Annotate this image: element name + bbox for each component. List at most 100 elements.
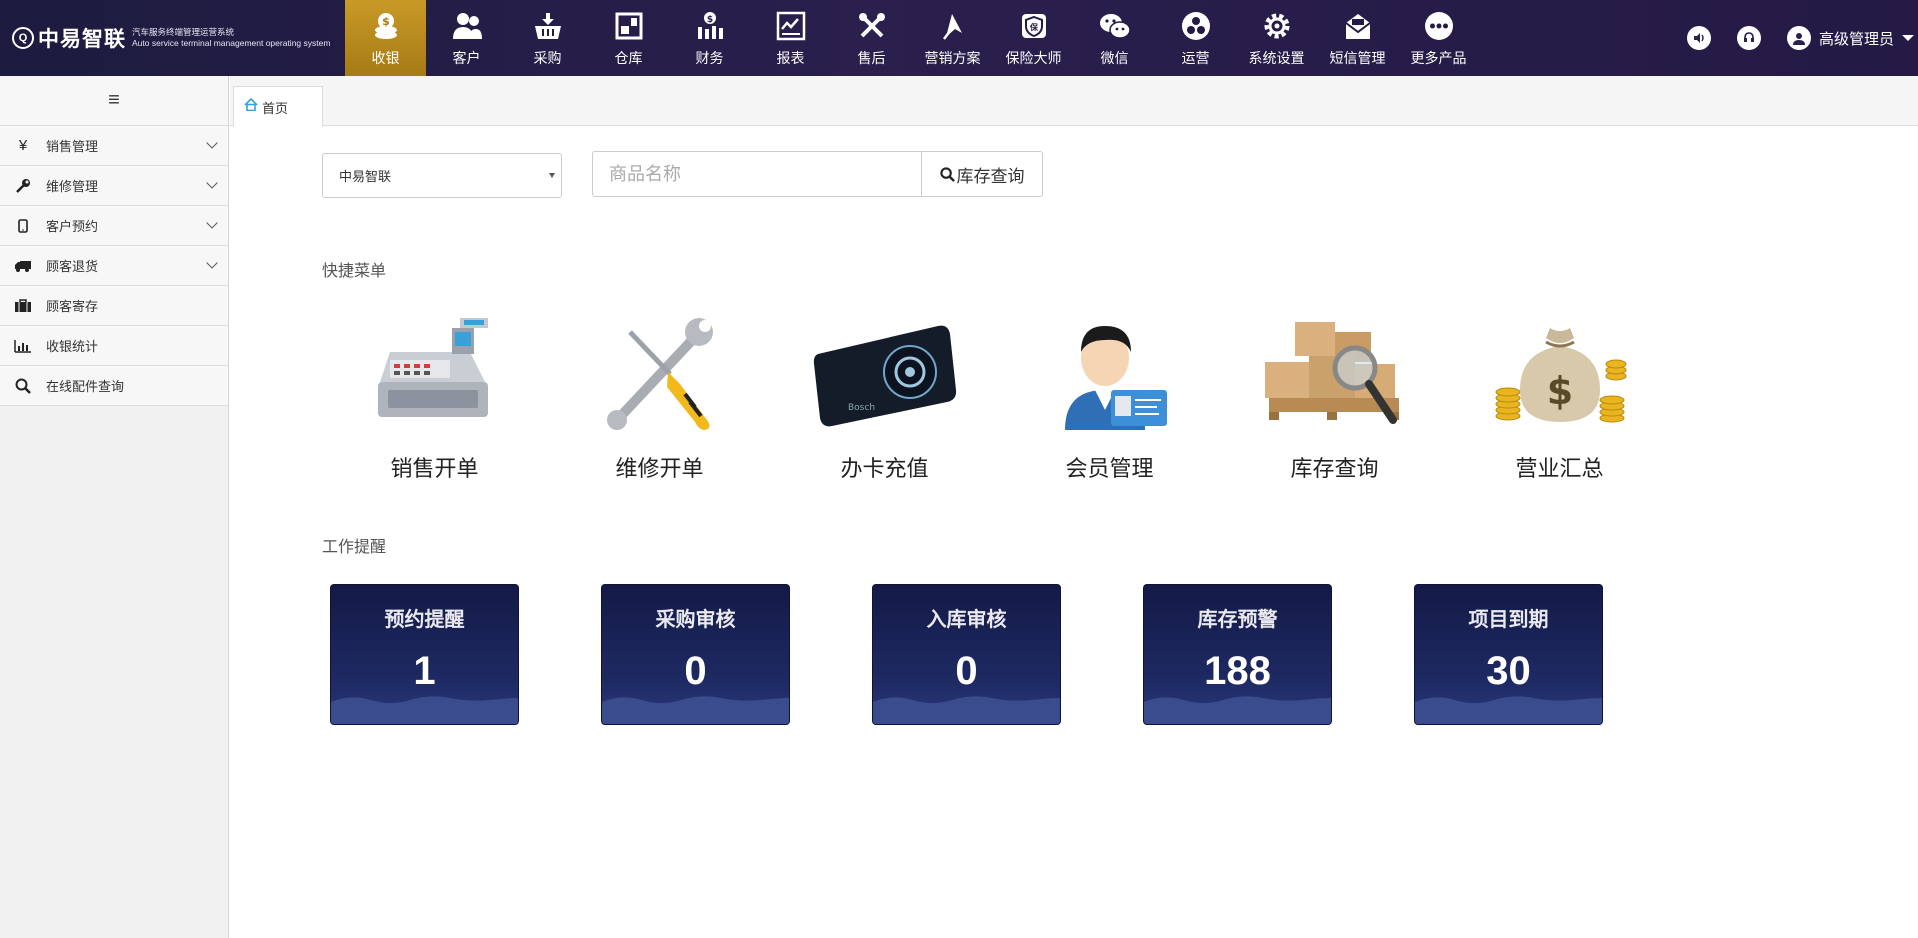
nav-item-settings[interactable]: 系统设置	[1236, 0, 1317, 76]
nav-item-wechat[interactable]: 微信	[1074, 0, 1155, 76]
wave-decoration	[1144, 696, 1331, 724]
inventory-icon	[1255, 307, 1415, 437]
yuan-icon: ¥	[18, 137, 28, 154]
caret-down-icon	[549, 173, 555, 178]
top-bar: Q 中易智联 汽车服务终端管理运营系统 Auto service termina…	[0, 0, 1918, 76]
sidebar-item-parts-search[interactable]: 在线配件查询	[0, 366, 228, 406]
report-icon	[775, 10, 807, 42]
volume-icon[interactable]	[1686, 26, 1711, 50]
nav-item-insurance[interactable]: 保 保险大师	[993, 0, 1074, 76]
work-reminder-title: 工作提醒	[322, 539, 387, 556]
logo-icon: Q	[12, 27, 34, 49]
store-select[interactable]: 中易智联	[322, 153, 562, 198]
brand-subtitle-cn: 汽车服务终端管理运营系统	[132, 27, 235, 37]
user-name[interactable]: 高级管理员	[1819, 28, 1894, 49]
wechat-icon	[1099, 10, 1131, 42]
svg-text:$: $	[706, 15, 712, 25]
store-select-value: 中易智联	[339, 169, 392, 184]
quick-item-repair-order[interactable]: 维修开单	[547, 307, 772, 492]
nav-item-operation[interactable]: 运营	[1155, 0, 1236, 76]
cash-register-icon	[355, 307, 515, 437]
nav-item-finance[interactable]: $ 财务	[669, 0, 750, 76]
quick-item-inventory-query[interactable]: 库存查询	[1222, 307, 1447, 492]
nav-item-sms[interactable]: 短信管理	[1317, 0, 1398, 76]
sidebar-item-repair[interactable]: 维修管理	[0, 166, 228, 206]
brand-subtitle-en: Auto service terminal management operati…	[132, 38, 331, 48]
work-card-stock-warning[interactable]: 库存预警 188	[1143, 584, 1332, 725]
screwdriver-wrench-icon	[580, 307, 740, 437]
wave-decoration	[1415, 696, 1602, 724]
brand-logo[interactable]: Q 中易智联 汽车服务终端管理运营系统 Auto service termina…	[12, 22, 330, 54]
sidebar-item-sales[interactable]: ¥ 销售管理	[0, 126, 228, 166]
work-card-inbound-review[interactable]: 入库审核 0	[872, 584, 1061, 725]
brand-name: 中易智联	[38, 28, 126, 51]
wave-decoration	[602, 696, 789, 724]
quick-menu: 销售开单 维修开单 Bosch 办卡充值 会员管理 库存查询 $ 营业汇总	[322, 307, 1672, 492]
product-name-input[interactable]	[592, 151, 921, 197]
mobile-icon	[0, 218, 46, 233]
stock-search: 库存查询	[592, 151, 1043, 197]
nav-item-marketing[interactable]: 营销方案	[912, 0, 993, 76]
chevron-down-icon	[206, 217, 218, 229]
users-icon	[451, 10, 483, 42]
user-avatar-icon[interactable]	[1786, 26, 1811, 50]
work-card-appointment[interactable]: 预约提醒 1	[330, 584, 519, 725]
bar-chart-icon	[0, 339, 46, 353]
tab-bar: 首页	[230, 76, 1918, 127]
main-nav: $ 收银 客户 采购 仓库 $ 财务 报表 售后 营销方案 保 保险大师 微信 …	[345, 0, 1479, 76]
tab-home[interactable]: 首页	[233, 86, 323, 127]
marketing-icon	[937, 10, 969, 42]
wave-decoration	[331, 696, 518, 724]
sidebar-item-appointment[interactable]: 客户预约	[0, 206, 228, 246]
sidebar-item-storage[interactable]: 顾客寄存	[0, 286, 228, 326]
search-icon	[0, 378, 46, 394]
nav-item-cashier[interactable]: $ 收银	[345, 0, 426, 76]
quick-menu-title: 快捷菜单	[322, 263, 387, 280]
operation-icon	[1180, 10, 1212, 42]
wrench-icon	[0, 178, 46, 194]
home-icon	[244, 97, 258, 116]
finance-icon: $	[694, 10, 726, 42]
basket-icon	[532, 10, 564, 42]
hamburger-icon: ≡	[108, 89, 120, 111]
chevron-down-icon	[206, 257, 218, 269]
nav-item-report[interactable]: 报表	[750, 0, 831, 76]
nav-item-customers[interactable]: 客户	[426, 0, 507, 76]
quick-item-card-recharge[interactable]: Bosch 办卡充值	[772, 307, 997, 492]
headset-icon[interactable]	[1736, 26, 1761, 50]
tools-icon	[856, 10, 888, 42]
wave-decoration	[873, 696, 1060, 724]
nav-item-warehouse[interactable]: 仓库	[588, 0, 669, 76]
sidebar-item-return[interactable]: 顾客退货	[0, 246, 228, 286]
more-icon	[1423, 10, 1455, 42]
work-card-project-expiry[interactable]: 项目到期 30	[1414, 584, 1603, 725]
nav-item-purchase[interactable]: 采购	[507, 0, 588, 76]
svg-text:$: $	[382, 15, 390, 28]
work-reminder-cards: 预约提醒 1 采购审核 0 入库审核 0 库存预警 188 项目到期 30	[330, 584, 1685, 725]
svg-text:保: 保	[1029, 22, 1039, 32]
stock-search-button[interactable]: 库存查询	[921, 151, 1043, 197]
gear-icon	[1261, 10, 1293, 42]
sidebar-item-cash-stats[interactable]: 收银统计	[0, 326, 228, 366]
chevron-down-icon	[206, 137, 218, 149]
quick-item-member-management[interactable]: 会员管理	[997, 307, 1222, 492]
main-content: 中易智联 库存查询 快捷菜单	[230, 127, 1918, 938]
search-icon	[939, 166, 955, 182]
sidebar: ≡ ¥ 销售管理 维修管理 客户预约 顾客退货 顾客寄存 收银统计 在线配件查询	[0, 76, 229, 938]
sms-icon	[1342, 10, 1374, 42]
nav-item-more[interactable]: 更多产品	[1398, 0, 1479, 76]
truck-icon	[0, 259, 46, 273]
svg-text:Bosch: Bosch	[848, 403, 875, 413]
quick-item-sales-order[interactable]: 销售开单	[322, 307, 547, 492]
money-bag-icon: $	[1480, 307, 1640, 437]
quick-item-business-summary[interactable]: $ 营业汇总	[1447, 307, 1672, 492]
work-card-purchase-review[interactable]: 采购审核 0	[601, 584, 790, 725]
sidebar-toggle-button[interactable]: ≡	[0, 76, 228, 126]
briefcase-icon	[0, 298, 46, 313]
insurance-icon: 保	[1018, 10, 1050, 42]
nav-item-aftersales[interactable]: 售后	[831, 0, 912, 76]
top-right-tools: 高级管理员	[1686, 0, 1918, 76]
svg-text:$: $	[1546, 369, 1572, 413]
warehouse-icon	[613, 10, 645, 42]
user-dropdown-icon[interactable]	[1902, 35, 1914, 41]
